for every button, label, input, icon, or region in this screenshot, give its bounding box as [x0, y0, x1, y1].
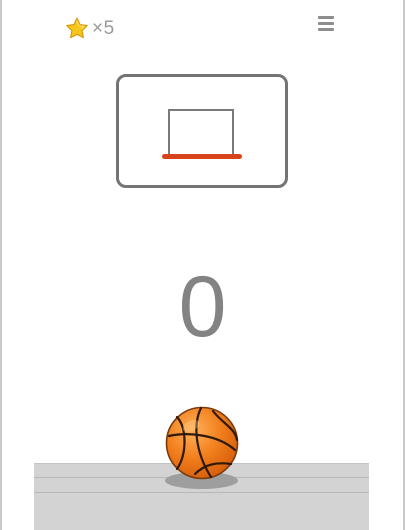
court-line [34, 492, 369, 493]
basketball-icon [165, 406, 239, 480]
basketball[interactable] [165, 406, 239, 480]
backboard [116, 74, 288, 188]
hoop-rim [162, 154, 242, 159]
star-counter: ×5 [64, 16, 115, 42]
game-screen: ×5 0 [0, 0, 405, 530]
menu-button[interactable] [318, 16, 334, 32]
star-icon [66, 17, 88, 39]
backboard-target-square [168, 109, 234, 156]
score-display: 0 [178, 259, 227, 355]
star-count: ×5 [92, 18, 115, 39]
